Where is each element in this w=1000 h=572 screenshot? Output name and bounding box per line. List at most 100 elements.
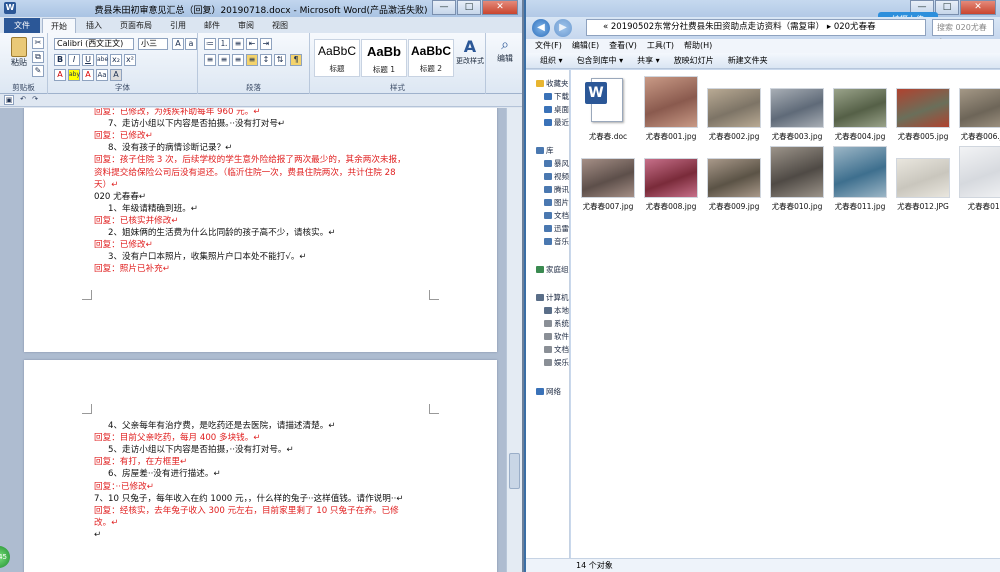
document-line[interactable]: 回复：已修改↵ [94,130,467,142]
grow-font-icon[interactable]: A [172,38,184,50]
change-styles-button[interactable]: A 更改样式 [456,37,484,66]
nav-item[interactable]: 收藏夹 [536,78,569,89]
document-line[interactable]: 回复：已修改↵ [94,239,467,251]
line-spacing-icon[interactable]: ↕ [260,54,272,66]
cut-icon[interactable]: ✂ [32,37,44,49]
align-left-icon[interactable]: ≡ [204,54,216,66]
style-heading-2[interactable]: AaBbC 标题 2 [408,39,454,77]
nav-item[interactable]: 计算机 [536,292,569,303]
nav-item[interactable]: 系统 [544,318,569,329]
nav-item[interactable]: 文档 [544,344,569,355]
numbering-icon[interactable]: ⒈ [218,38,230,50]
underline-button[interactable]: U [82,54,94,66]
font-size-select[interactable]: 小三 [138,38,168,50]
change-case-button[interactable]: Aa [96,69,108,81]
file-item[interactable]: 尤春春003.jpg [766,76,828,142]
document-line[interactable]: 回复：经核实，去年兔子收入 300 元左右，目前家里剩了 10 只兔子在养。已修 [94,505,467,517]
tab-mailings[interactable]: 邮件 [196,18,228,33]
word-maximize-button[interactable]: □ [457,0,481,15]
decrease-indent-icon[interactable]: ⇤ [246,38,258,50]
menu-edit[interactable]: 编辑(E) [572,39,599,53]
tab-view[interactable]: 视图 [264,18,296,33]
justify-icon[interactable]: ≡ [246,54,258,66]
nav-item[interactable]: 最近 [544,117,569,128]
organize-button[interactable]: 组织 ▾ [540,53,563,68]
document-line[interactable]: 天）↵ [94,179,467,191]
document-line[interactable]: 6、房屋差··没有进行描述。↵ [108,468,467,480]
nav-item[interactable]: 软件 [544,331,569,342]
file-item[interactable]: 尤春春009.jpg [703,146,765,212]
file-item[interactable]: 尤春春001.jpg [640,76,702,142]
nav-item[interactable]: 音乐 [544,236,569,247]
nav-item[interactable]: 桌面 [544,104,569,115]
nav-item[interactable]: 暴风 [544,158,569,169]
nav-item[interactable]: 腾讯 [544,184,569,195]
tab-review[interactable]: 审阅 [230,18,262,33]
font-color-button[interactable]: A [82,69,94,81]
file-item[interactable]: 尤春春010.jpg [766,146,828,212]
file-item[interactable]: 尤春春011.jpg [829,146,891,212]
shrink-font-icon[interactable]: a [185,38,197,50]
nav-item[interactable]: 图片 [544,197,569,208]
document-line[interactable]: 改。↵ [94,517,467,529]
file-item[interactable]: 尤春春006.jpg [955,76,1000,142]
tab-home[interactable]: 开始 [42,18,76,33]
nav-item[interactable]: 下载 [544,91,569,102]
document-line[interactable]: 8、没有孩子的病情诊断记录？↵ [108,142,467,154]
document-line[interactable]: 4、父亲每年有治疗费，是吃药还是去医院，请描述清楚。↵ [108,420,467,432]
multilevel-list-icon[interactable]: ≡ [232,38,244,50]
style-heading-1[interactable]: AaBb 标题 1 [361,39,407,77]
document-line[interactable]: 020 尤春春↵ [94,191,467,203]
nav-item[interactable]: 网络 [536,386,561,397]
document-line[interactable]: 7、走访小组以下内容是否拍摄。··没有打对号↵ [108,118,467,130]
increase-indent-icon[interactable]: ⇥ [260,38,272,50]
document-line[interactable]: ↵ [94,529,467,541]
tab-references[interactable]: 引用 [162,18,194,33]
file-item[interactable]: 尤春春008.jpg [640,146,702,212]
address-bar[interactable]: « 20190502东常分社费县朱田资助点走访资料（需复审） ▸ 020尤春春 [586,19,926,36]
format-painter-icon[interactable]: ✎ [32,65,44,77]
scroll-thumb[interactable] [509,453,520,489]
nav-item[interactable]: 娱乐 [544,357,569,368]
forward-icon[interactable]: ▶ [554,19,572,37]
show-marks-icon[interactable]: ¶ [290,54,302,66]
nav-item[interactable]: 迅雷 [544,223,569,234]
style-title[interactable]: AaBbC 标题 [314,39,360,77]
text-effect-button[interactable]: A [54,69,66,81]
paste-button[interactable]: 粘贴 [8,37,30,68]
file-item[interactable]: 尤春春007.jpg [577,146,639,212]
nav-item[interactable]: 本地 [544,305,569,316]
menu-file[interactable]: 文件(F) [535,39,562,53]
document-line[interactable]: 回复：有打，在方框里↵ [94,456,467,468]
include-in-library-button[interactable]: 包含到库中 ▾ [577,53,624,68]
redo-icon[interactable]: ↷ [30,95,40,105]
file-item[interactable]: 尤春春002.jpg [703,76,765,142]
document-line[interactable]: 2、姐妹俩的生活费为什么比同龄的孩子高不少，请核实。↵ [108,227,467,239]
nav-item[interactable]: 库 [536,145,554,156]
back-icon[interactable]: ◀ [532,19,550,37]
editing-button[interactable]: ⌕ 编辑 [492,37,518,64]
document-line[interactable]: 5、走访小组以下内容是否拍摄，··没有打对号。↵ [108,444,467,456]
menu-tools[interactable]: 工具(T) [647,39,674,53]
file-item[interactable]: 尤春春012.JPG [892,146,954,212]
align-center-icon[interactable]: ≡ [218,54,230,66]
document-line[interactable]: 资料提交给保险公司后没有退还。（临沂住院一次，费县住院两次，共计住院 28 [94,167,467,179]
copy-icon[interactable]: ⧉ [32,51,44,63]
italic-button[interactable]: I [68,54,80,66]
highlight-button[interactable]: aby [68,69,80,81]
nav-item[interactable]: 家庭组 [536,264,569,275]
undo-icon[interactable]: ↶ [18,95,28,105]
slideshow-button[interactable]: 放映幻灯片 [674,53,714,68]
tab-file[interactable]: 文件 [4,18,40,33]
explorer-close-button[interactable]: ✕ [960,0,996,15]
strikethrough-button[interactable]: abe [96,54,108,66]
file-item[interactable]: W 尤春春.doc [577,76,639,142]
subscript-button[interactable]: x₂ [110,54,122,66]
document-line[interactable]: 1、年级请精确到班。↵ [108,203,467,215]
new-folder-button[interactable]: 新建文件夹 [728,53,768,68]
document-line[interactable]: 回复：孩子住院 3 次，后续学校的学生意外险给报了两次最少的，其余两次未报， [94,154,467,166]
document-line[interactable]: 7、10 只兔子，每年收入在约 1000 元，，什么样的兔子··这样值钱。请作说… [94,493,467,505]
document-page-2[interactable]: 4、父亲每年有治疗费，是吃药还是去医院，请描述清楚。↵ 回复：目前父亲吃药，每月 … [24,360,497,572]
superscript-button[interactable]: x² [124,54,136,66]
font-name-select[interactable]: Calibri (西文正文) [54,38,134,50]
